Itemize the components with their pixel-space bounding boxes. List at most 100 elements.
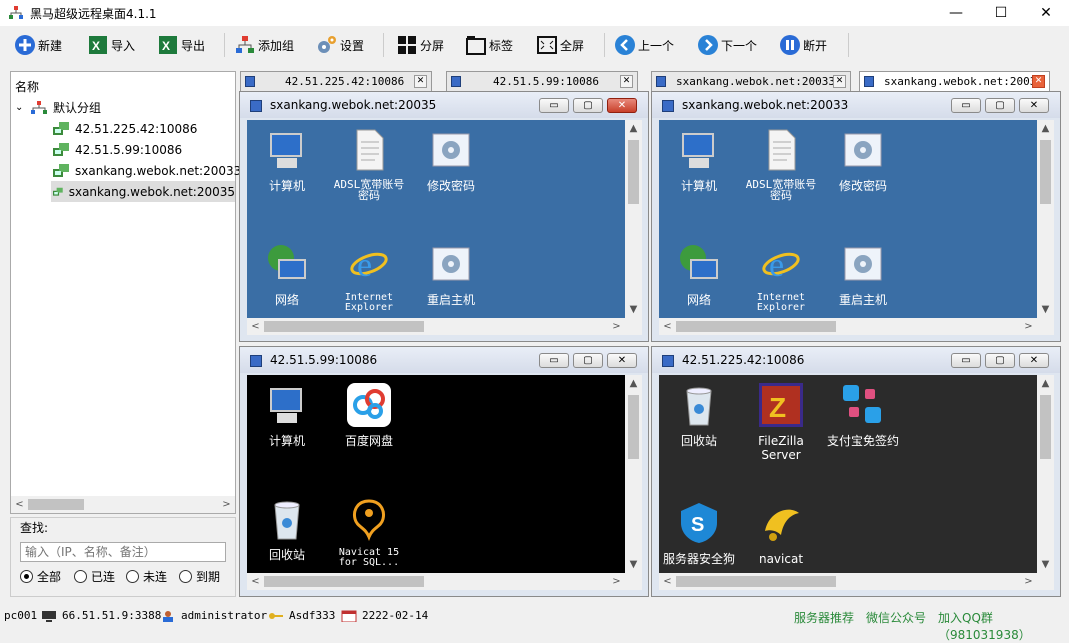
desktop-icon[interactable]: 网络 [659,242,739,307]
filter-radio-connected[interactable]: 已连 [74,568,115,585]
tree-item[interactable]: sxankang.webok.net:20033 [53,160,241,181]
tab-close-icon[interactable]: ✕ [414,75,427,88]
desktop-icon[interactable]: 计算机 [247,128,327,193]
tab-connection[interactable]: sxankang.webok.net:20033 ✕ [651,71,851,91]
desktop-icon[interactable]: 修改密码 [411,128,491,193]
desktop-icon[interactable]: 计算机 [659,128,739,193]
pane-maximize-button[interactable]: ▢ [985,353,1015,368]
desktop-icon[interactable]: navicat [741,501,821,566]
pane-close-button[interactable]: ✕ [1019,353,1049,368]
scroll-down-arrow[interactable]: ▼ [1037,556,1054,573]
remote-desktop[interactable]: 计算机 ADSL宽带账号密码 修改密码 网络 e Internet Explor… [247,120,642,318]
scrollbar-thumb[interactable] [1040,140,1051,204]
close-button[interactable]: ✕ [1023,0,1069,26]
scroll-up-arrow[interactable]: ▲ [625,375,642,392]
scrollbar-thumb[interactable] [1040,395,1051,459]
export-button[interactable]: X 导出 [157,29,205,61]
new-button[interactable]: 新建 [14,29,62,61]
scrollbar-thumb[interactable] [628,395,639,459]
desktop-icon[interactable]: 计算机 [247,383,327,448]
tab-close-icon[interactable]: ✕ [620,75,633,88]
filter-radio-disconnected[interactable]: 未连 [126,568,167,585]
scroll-up-arrow[interactable]: ▲ [1037,120,1054,137]
pane-close-button[interactable]: ✕ [1019,98,1049,113]
tab-connection-active[interactable]: sxankang.webok.net:20035 ✕ [859,71,1050,91]
pane-minimize-button[interactable]: ▭ [951,353,981,368]
desktop-icon[interactable]: 百度网盘 [329,383,409,448]
scroll-left-arrow[interactable]: < [247,318,264,335]
scroll-right-arrow[interactable]: > [218,496,235,513]
desktop-icon[interactable]: 重启主机 [411,242,491,307]
scroll-right-arrow[interactable]: > [1020,318,1037,335]
minimize-button[interactable]: — [933,0,979,26]
desktop-icon[interactable]: ADSL宽带账号密码 [329,128,409,201]
remote-desktop[interactable]: 计算机 ADSL宽带账号密码 修改密码 网络 e Internet Explor… [659,120,1054,318]
tree-item[interactable]: 42.51.225.42:10086 [53,118,197,139]
desktop-icon[interactable]: 回收站 [659,383,739,448]
desktop-icon[interactable]: 重启主机 [823,242,903,307]
horizontal-scrollbar[interactable]: < > [247,318,642,335]
settings-button[interactable]: 设置 [316,29,364,61]
scrollbar-thumb[interactable] [676,321,836,332]
tree-item-selected[interactable]: sxankang.webok.net:20035 [51,181,235,202]
pane-minimize-button[interactable]: ▭ [539,353,569,368]
desktop-icon[interactable]: 网络 [247,242,327,307]
import-button[interactable]: X 导入 [87,29,135,61]
desktop-icon[interactable]: 回收站 [247,497,327,562]
desktop-icon[interactable]: e Internet Explorer [329,242,409,313]
scroll-right-arrow[interactable]: > [1020,573,1037,590]
pane-maximize-button[interactable]: ▢ [985,98,1015,113]
filter-radio-expired[interactable]: 到期 [179,568,220,585]
scroll-left-arrow[interactable]: < [659,318,676,335]
scroll-left-arrow[interactable]: < [659,573,676,590]
scroll-left-arrow[interactable]: < [247,573,264,590]
scroll-left-arrow[interactable]: < [11,496,28,513]
scrollbar-thumb[interactable] [264,321,424,332]
vertical-scrollbar[interactable]: ▲ ▼ [625,375,642,573]
pane-minimize-button[interactable]: ▭ [951,98,981,113]
pane-maximize-button[interactable]: ▢ [573,98,603,113]
vertical-scrollbar[interactable]: ▲ ▼ [1037,375,1054,573]
server-recommend-link[interactable]: 服务器推荐 [794,609,854,626]
disconnect-button[interactable]: 断开 [779,29,827,61]
split-screen-button[interactable]: 分屏 [396,29,444,61]
remote-desktop[interactable]: 回收站 Z FileZilla Server 支付宝免签约 S 服务器安全狗 n… [659,375,1054,573]
remote-desktop[interactable]: 计算机 百度网盘 回收站 Navicat 15 for SQL... [247,375,642,573]
scroll-down-arrow[interactable]: ▼ [625,556,642,573]
scroll-up-arrow[interactable]: ▲ [625,120,642,137]
desktop-icon[interactable]: S 服务器安全狗 [659,501,739,566]
maximize-button[interactable]: ☐ [978,0,1024,26]
scroll-down-arrow[interactable]: ▼ [625,301,642,318]
pane-close-button[interactable]: ✕ [607,353,637,368]
scroll-down-arrow[interactable]: ▼ [1037,301,1054,318]
search-input[interactable] [20,542,226,562]
fullscreen-button[interactable]: 全屏 [536,29,584,61]
filter-radio-all[interactable]: 全部 [20,568,61,585]
chevron-down-icon[interactable]: ⌄ [15,102,31,113]
desktop-icon[interactable]: ADSL宽带账号密码 [741,128,821,201]
scrollbar-thumb[interactable] [264,576,424,587]
scroll-right-arrow[interactable]: > [608,573,625,590]
scroll-up-arrow[interactable]: ▲ [1037,375,1054,392]
tab-close-icon[interactable]: ✕ [1032,75,1045,88]
desktop-icon[interactable]: 修改密码 [823,128,903,193]
vertical-scrollbar[interactable]: ▲ ▼ [625,120,642,318]
scrollbar-thumb[interactable] [28,499,84,510]
tab-close-icon[interactable]: ✕ [833,75,846,88]
tree-horizontal-scrollbar[interactable]: < > [11,496,235,513]
desktop-icon[interactable]: e Internet Explorer [741,242,821,313]
horizontal-scrollbar[interactable]: < > [659,573,1054,590]
desktop-icon[interactable]: Navicat 15 for SQL... [329,497,409,568]
horizontal-scrollbar[interactable]: < > [247,573,642,590]
pane-minimize-button[interactable]: ▭ [539,98,569,113]
wechat-link[interactable]: 微信公众号 [866,609,926,626]
pane-maximize-button[interactable]: ▢ [573,353,603,368]
desktop-icon[interactable]: 支付宝免签约 [823,383,903,448]
tree-group-default[interactable]: ⌄ 默认分组 [15,97,101,118]
tree-item[interactable]: 42.51.5.99:10086 [53,139,182,160]
qq-group-link[interactable]: 加入QQ群（981031938） [938,609,1069,643]
add-group-button[interactable]: 添加组 [234,29,294,61]
horizontal-scrollbar[interactable]: < > [659,318,1054,335]
pane-close-button[interactable]: ✕ [607,98,637,113]
scrollbar-thumb[interactable] [676,576,836,587]
